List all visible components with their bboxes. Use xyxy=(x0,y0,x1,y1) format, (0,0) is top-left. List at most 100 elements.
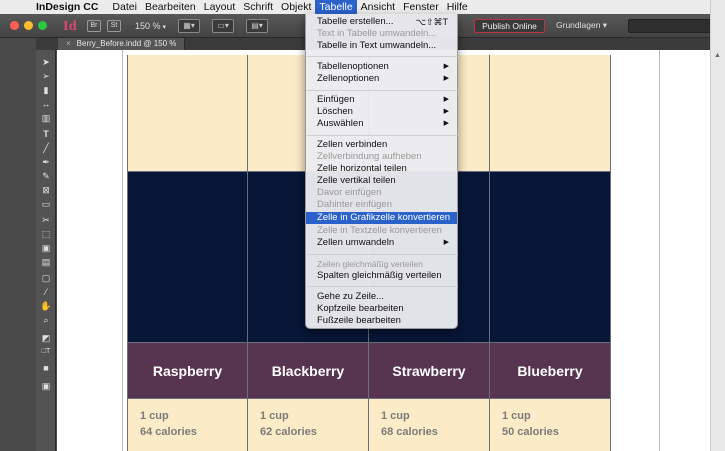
menu-item-label: Auswählen xyxy=(317,118,364,129)
hand-tool-icon[interactable]: ✋ xyxy=(39,300,53,312)
menu-separator xyxy=(307,56,458,57)
close-tab-icon[interactable]: × xyxy=(66,39,71,48)
menu-item-label: Löschen xyxy=(317,106,353,117)
menu-item-label: Tabellenoptionen xyxy=(317,61,389,72)
stock-button[interactable]: St xyxy=(107,19,122,32)
minimize-window-button[interactable] xyxy=(24,21,33,30)
pen-tool-icon[interactable]: ✒ xyxy=(39,156,53,168)
scissors-tool-icon[interactable]: ✂ xyxy=(39,214,53,226)
note-tool-icon[interactable]: ▢ xyxy=(39,272,53,284)
submenu-arrow-icon: ▶ xyxy=(443,239,449,246)
calories-text: 62 calories xyxy=(260,426,317,438)
eyedropper-tool-icon[interactable]: ⁄ xyxy=(39,286,53,298)
menu-item-zellen-umwandeln[interactable]: Zellen umwandeln ▶ xyxy=(306,237,457,249)
menu-separator xyxy=(307,90,458,91)
menu-fenster[interactable]: Fenster xyxy=(399,0,443,14)
menu-item-tabelle-in-text[interactable]: Tabelle in Text umwandeln... xyxy=(306,40,457,52)
page-tool-icon[interactable]: ▮ xyxy=(39,84,53,96)
search-input[interactable] xyxy=(628,19,716,33)
zoom-level-dropdown[interactable]: 150 % ▾ xyxy=(135,21,166,31)
menu-separator xyxy=(307,135,458,136)
content-collector-icon[interactable]: ▥ xyxy=(39,112,53,124)
table-cell[interactable] xyxy=(127,172,248,343)
free-transform-tool-icon[interactable]: ⬚ xyxy=(39,228,53,240)
direct-selection-tool-icon[interactable]: ➢ xyxy=(39,70,53,82)
page-margin-guide-right xyxy=(659,50,660,451)
fill-stroke-icon[interactable]: ◩ xyxy=(39,332,53,344)
workspace-switcher[interactable]: Grundlagen ▾ xyxy=(556,20,607,31)
menu-layout[interactable]: Layout xyxy=(200,0,240,14)
berry-name-cell[interactable]: Blueberry xyxy=(490,343,611,399)
berry-name-cell[interactable]: Strawberry xyxy=(369,343,490,399)
publish-label: Publish Online xyxy=(482,21,537,31)
close-window-button[interactable] xyxy=(10,21,19,30)
menu-item-gehe-zu-zeile[interactable]: Gehe zu Zeile... xyxy=(306,291,457,303)
amount-text: 1 cup xyxy=(381,410,410,422)
vertical-scrollbar[interactable] xyxy=(710,0,725,451)
selection-tool-icon[interactable]: ➤ xyxy=(39,56,53,68)
menu-item-tabelle-erstellen[interactable]: Tabelle erstellen... ⌥⇧⌘T xyxy=(306,16,457,28)
zoom-tool-icon[interactable]: ⌕ xyxy=(39,314,53,326)
chevron-down-icon: ▾ xyxy=(162,23,167,31)
publish-online-button[interactable]: Publish Online xyxy=(474,19,545,33)
menu-item-auswaehlen[interactable]: Auswählen ▶ xyxy=(306,118,457,130)
menu-item-loeschen[interactable]: Löschen ▶ xyxy=(306,106,457,118)
submenu-arrow-icon: ▶ xyxy=(443,63,449,70)
table-row-nutrition: 1 cup 64 calories 1 cup 62 calories 1 cu… xyxy=(127,399,611,451)
menu-hilfe[interactable]: Hilfe xyxy=(443,0,472,14)
menu-item-zelle-horizontal-teilen[interactable]: Zelle horizontal teilen xyxy=(306,163,457,175)
table-cell[interactable] xyxy=(490,55,611,172)
rectangle-frame-tool-icon[interactable]: ⊠ xyxy=(39,184,53,196)
gap-tool-icon[interactable]: ↔ xyxy=(39,98,53,110)
table-cell[interactable] xyxy=(127,55,248,172)
zoom-level-value: 150 % xyxy=(135,20,161,31)
menu-item-einfuegen[interactable]: Einfügen ▶ xyxy=(306,94,457,106)
pencil-tool-icon[interactable]: ✎ xyxy=(39,170,53,182)
view-options-icon[interactable]: ▦▾ xyxy=(178,18,201,33)
submenu-arrow-icon: ▶ xyxy=(443,108,449,115)
nutrition-cell[interactable]: 1 cup 50 calories xyxy=(490,399,611,451)
menu-item-fusszeile-bearbeiten[interactable]: Fußzeile bearbeiten xyxy=(306,315,457,327)
menu-tabelle[interactable]: Tabelle xyxy=(315,0,357,14)
menu-item-zelle-vertikal-teilen[interactable]: Zelle vertikal teilen xyxy=(306,175,457,187)
page-margin-guide-left xyxy=(122,50,123,451)
menu-objekt[interactable]: Objekt xyxy=(277,0,315,14)
menu-item-label: Zellenoptionen xyxy=(317,73,380,84)
menu-item-label: Tabelle erstellen... xyxy=(317,16,394,27)
document-tab[interactable]: × Berry_Before.indd @ 150 % xyxy=(58,38,186,50)
nutrition-cell[interactable]: 1 cup 68 calories xyxy=(369,399,490,451)
app-name-menu[interactable]: InDesign CC xyxy=(36,1,98,13)
submenu-arrow-icon: ▶ xyxy=(443,120,449,127)
menu-item-zelle-in-grafikzelle[interactable]: Zelle in Grafikzelle konvertieren xyxy=(306,212,457,224)
screen-mode-icon[interactable]: ▣ xyxy=(39,380,53,392)
line-tool-icon[interactable]: ╱ xyxy=(39,142,53,154)
gradient-feather-tool-icon[interactable]: ▤ xyxy=(39,256,53,268)
formatting-affects-icon[interactable]: □T xyxy=(39,346,53,358)
menu-item-zellenoptionen[interactable]: Zellenoptionen ▶ xyxy=(306,73,457,85)
menu-item-text-in-tabelle: Text in Tabelle umwandeln... xyxy=(317,28,437,39)
berry-name-cell[interactable]: Blackberry xyxy=(248,343,369,399)
menu-bearbeiten[interactable]: Bearbeiten xyxy=(141,0,200,14)
arrange-documents-icon[interactable]: ▤▾ xyxy=(246,18,269,33)
bridge-button[interactable]: Br xyxy=(87,19,102,32)
scroll-up-icon[interactable]: ▲ xyxy=(711,52,724,62)
menu-item-zellen-verbinden[interactable]: Zellen verbinden xyxy=(306,139,457,151)
apply-color-icon[interactable]: ■ xyxy=(39,362,53,374)
menu-schrift[interactable]: Schrift xyxy=(239,0,277,14)
menu-datei[interactable]: Datei xyxy=(108,0,141,14)
zoom-window-button[interactable] xyxy=(38,21,47,30)
menu-item-tabellenoptionen[interactable]: Tabellenoptionen ▶ xyxy=(306,61,457,73)
menu-item-shortcut: ⌥⇧⌘T xyxy=(415,17,448,27)
menu-item-spalten-gleichmaessig[interactable]: Spalten gleichmäßig verteilen xyxy=(306,270,457,282)
table-cell[interactable] xyxy=(490,172,611,343)
berry-name-cell[interactable]: Raspberry xyxy=(127,343,248,399)
gradient-swatch-tool-icon[interactable]: ▣ xyxy=(39,242,53,254)
menu-item-kopfzeile-bearbeiten[interactable]: Kopfzeile bearbeiten xyxy=(306,303,457,315)
menu-ansicht[interactable]: Ansicht xyxy=(357,0,399,14)
screen-mode-dropdown-icon[interactable]: ▭▾ xyxy=(212,18,235,33)
rectangle-tool-icon[interactable]: ▭ xyxy=(39,198,53,210)
nutrition-cell[interactable]: 1 cup 64 calories xyxy=(127,399,248,451)
nutrition-cell[interactable]: 1 cup 62 calories xyxy=(248,399,369,451)
table-row-header: Raspberry Blackberry Strawberry Blueberr… xyxy=(127,343,611,399)
type-tool-icon[interactable]: T xyxy=(39,128,53,140)
